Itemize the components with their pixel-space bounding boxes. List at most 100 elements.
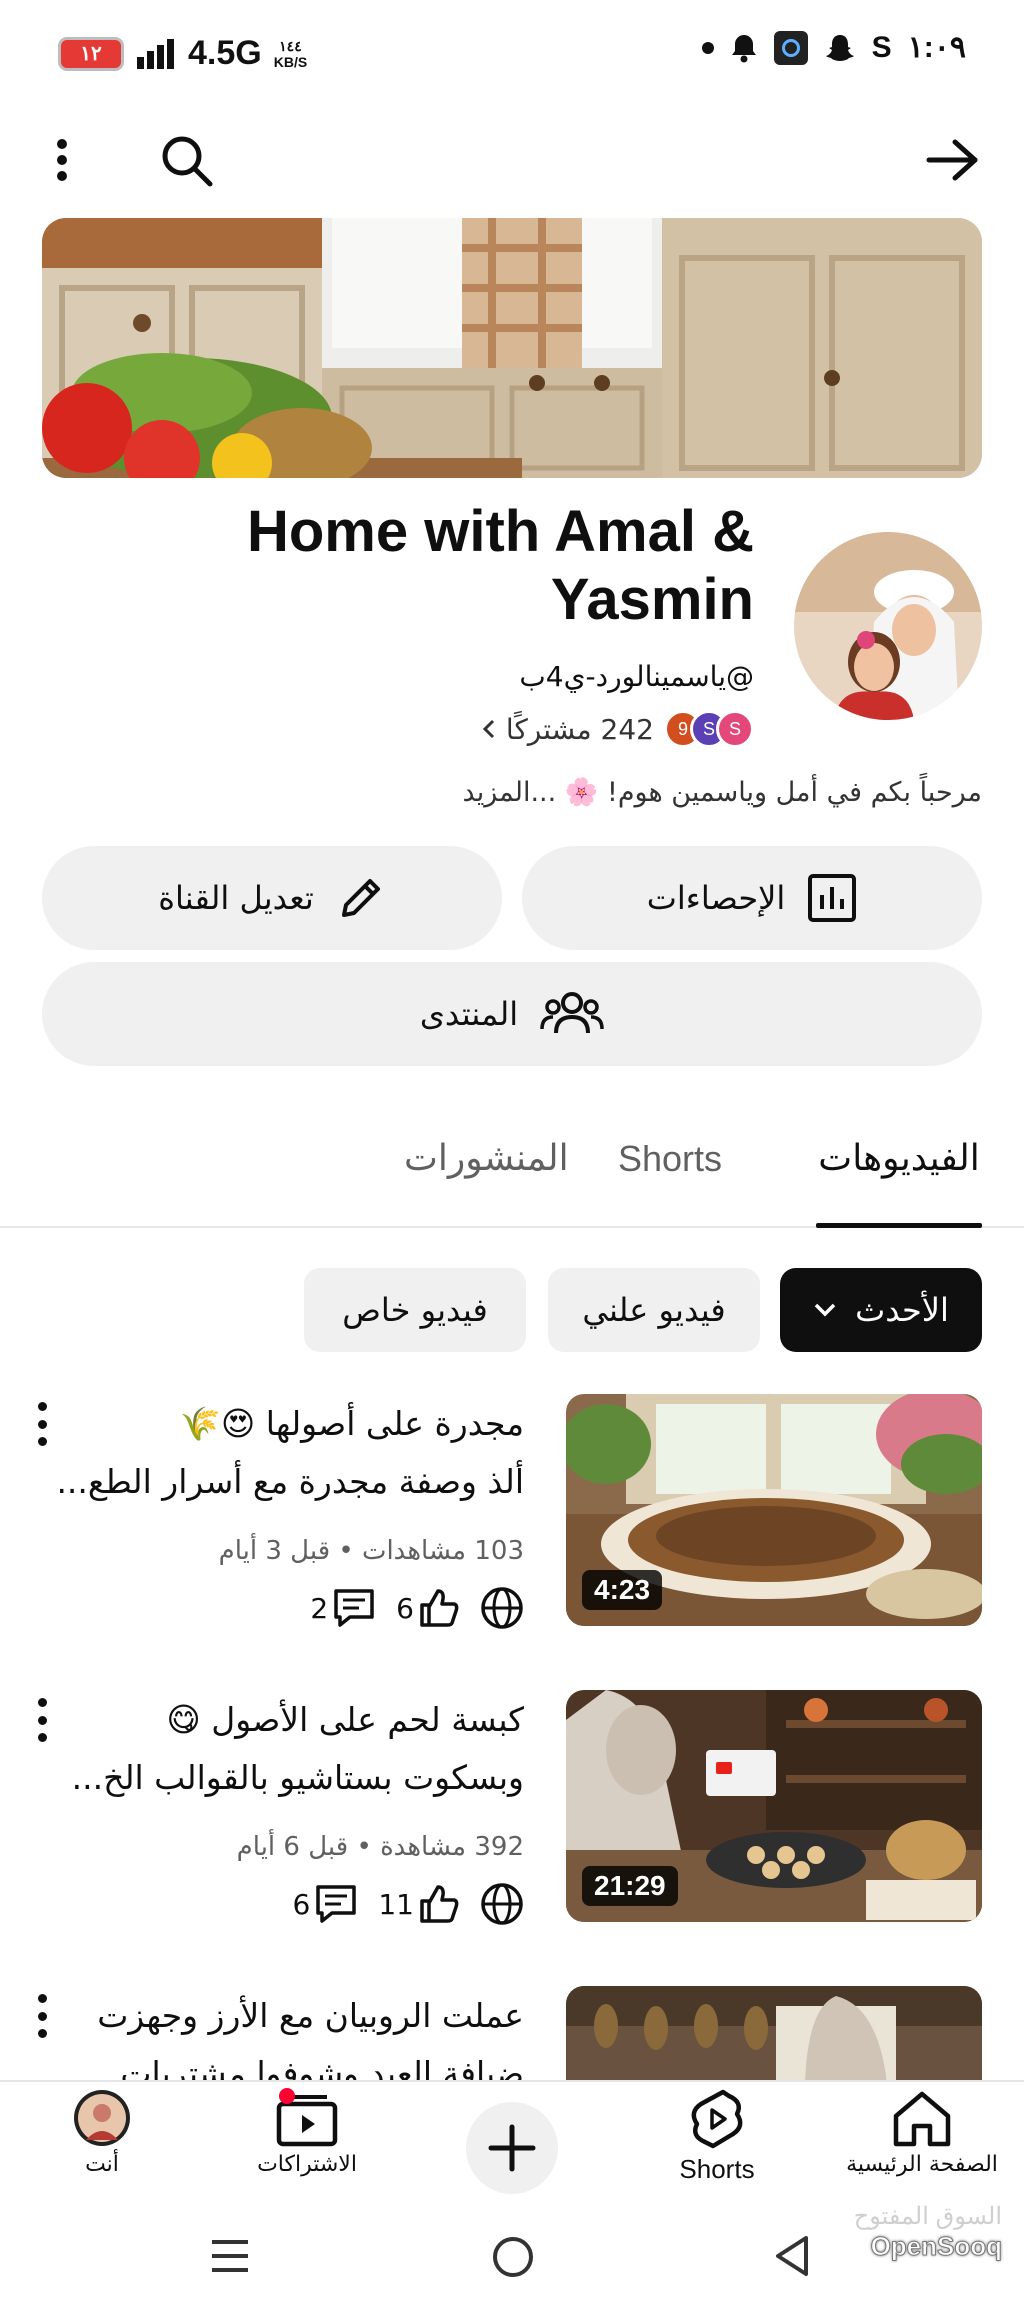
filter-latest-chip[interactable]: الأحدث	[780, 1268, 982, 1352]
like-count: 6	[396, 1591, 414, 1625]
video-stats: 6 2	[310, 1586, 524, 1630]
banner-kitchen-image	[42, 218, 982, 478]
channel-title: Home with Amal & Yasmin	[246, 499, 754, 632]
network-type: 4.5G	[188, 34, 262, 72]
nav-subscriptions[interactable]: الاشتراكات	[207, 2088, 407, 2177]
community-button[interactable]: المنتدى	[42, 962, 982, 1066]
chevron-left-icon	[482, 719, 494, 739]
back-arrow-icon[interactable]	[922, 130, 982, 190]
video-thumbnail[interactable]: 21:29	[566, 1690, 982, 1922]
subscriber-count: 242 مشتركًا	[505, 712, 654, 746]
analytics-icon	[808, 874, 857, 922]
nav-home-label: الصفحة الرئيسية	[846, 2152, 998, 2177]
comment-stat: 2	[310, 1587, 376, 1629]
video-duration: 4:23	[582, 1570, 663, 1610]
comment-count: 6	[292, 1887, 311, 1921]
channel-banner	[42, 218, 982, 478]
carrier-letter: S	[871, 30, 892, 64]
thumbs-up-icon	[420, 1885, 459, 1923]
tab-shorts[interactable]: Shorts	[618, 1138, 722, 1180]
video-thumbnail[interactable]: 4:23	[566, 1394, 982, 1626]
like-stat: 6	[396, 1587, 460, 1629]
like-count: 11	[378, 1887, 414, 1921]
speed-value: ١٤٤	[279, 37, 302, 54]
nav-home[interactable]: الصفحة الرئيسية	[822, 2088, 1022, 2177]
edit-channel-button[interactable]: تعديل القناة	[42, 846, 502, 950]
watermark-arabic: السوق المفتوح	[853, 2203, 1002, 2230]
video-meta: 103 مشاهدات • قبل 3 أيام	[218, 1536, 524, 1566]
plus-icon	[488, 2124, 536, 2172]
clock: ١:٠٩	[907, 31, 966, 64]
home-circle-icon[interactable]	[492, 2236, 534, 2278]
video-title-line2[interactable]: وبسكوت بستاشيو بالقوالب الخ...	[72, 1758, 524, 1797]
pencil-icon	[341, 879, 380, 917]
video-stats: 11 6	[293, 1882, 524, 1926]
video-more-icon[interactable]	[30, 1402, 54, 1446]
stats-button[interactable]: الإحصاءات	[522, 846, 982, 950]
top-app-bar	[0, 110, 1024, 210]
channel-description[interactable]: مرحباً بكم في أمل وياسمين هوم! 🌸 ...المز…	[463, 776, 982, 808]
network-speed: ١٤٤ KB/S	[274, 38, 307, 70]
comment-count: 2	[310, 1591, 329, 1625]
nav-you-label: أنت	[85, 2152, 119, 2177]
signal-icon	[137, 38, 174, 69]
subscriber-avatar: S	[716, 710, 754, 748]
channel-tabs: الفيديوهات Shorts المنشورات	[0, 1108, 1024, 1228]
notification-dot-icon	[701, 41, 714, 54]
bell-icon	[731, 34, 756, 62]
battery-indicator: ١٢	[58, 36, 124, 71]
status-right: S ١:٠٩	[701, 30, 966, 65]
channel-handle: @ياسمينالورد-ي4ب	[519, 660, 754, 693]
video-meta: 392 مشاهدة • قبل 6 أيام	[236, 1832, 524, 1862]
search-icon[interactable]	[156, 130, 216, 190]
nav-shorts[interactable]: Shorts	[617, 2088, 817, 2185]
watermark: السوق المفتوح OpenSooq	[853, 2202, 1003, 2262]
video-item[interactable]: 21:29 كبسة لحم على الأصول 😋 وبسكوت بستاش…	[0, 1690, 1024, 1930]
video-duration: 21:29	[582, 1866, 678, 1906]
speed-unit: KB/S	[273, 53, 308, 70]
bottom-navigation: الصفحة الرئيسية Shorts الاشتراكات أنت	[0, 2080, 1024, 2200]
globe-icon	[481, 1587, 523, 1629]
edit-channel-label: تعديل القناة	[158, 879, 314, 917]
globe-icon	[481, 1883, 523, 1925]
status-left: ١٢ 4.5G ١٤٤ KB/S	[58, 34, 307, 73]
chevron-down-icon	[814, 1303, 836, 1317]
filter-latest-label: الأحدث	[855, 1291, 949, 1329]
video-item[interactable]: 4:23 مجدرة على أصولها 😍🌾 ألذ وصفة مجدرة …	[0, 1394, 1024, 1634]
tab-posts[interactable]: المنشورات	[404, 1138, 569, 1179]
tab-videos[interactable]: الفيديوهات	[816, 1138, 982, 1179]
nav-subscriptions-label: الاشتراكات	[257, 2152, 357, 2177]
shorts-icon	[691, 2089, 743, 2149]
recent-apps-icon[interactable]	[210, 2236, 250, 2276]
video-title-line1[interactable]: مجدرة على أصولها 😍🌾	[180, 1404, 524, 1444]
comment-stat: 6	[293, 1883, 359, 1925]
video-title-line2[interactable]: ألذ وصفة مجدرة مع أسرار الطع...	[56, 1462, 524, 1501]
active-tab-indicator	[816, 1223, 982, 1228]
video-more-icon[interactable]	[30, 1994, 54, 2038]
status-bar: ١٢ 4.5G ١٤٤ KB/S S ١:٠٩	[0, 0, 1024, 110]
create-button[interactable]	[466, 2102, 558, 2194]
people-icon	[540, 992, 604, 1034]
stats-label: الإحصاءات	[646, 879, 786, 917]
filter-private-chip[interactable]: فيديو خاص	[304, 1268, 526, 1352]
video-title-line1[interactable]: كبسة لحم على الأصول 😋	[166, 1700, 524, 1739]
subscriptions-icon	[276, 2088, 338, 2147]
comment-icon	[334, 1589, 374, 1627]
back-triangle-icon[interactable]	[772, 2234, 812, 2278]
nav-you[interactable]: أنت	[2, 2088, 202, 2177]
subscriber-avatars: 9 S S	[664, 710, 754, 748]
nav-shorts-label: Shorts	[679, 2154, 755, 2184]
app-notification-icon	[773, 30, 808, 65]
channel-avatar[interactable]	[794, 532, 982, 720]
community-label: المنتدى	[419, 995, 519, 1033]
subscribers-row[interactable]: 9 S S 242 مشتركًا	[482, 710, 754, 748]
video-more-icon[interactable]	[30, 1698, 54, 1742]
video-title-line1[interactable]: عملت الروبيان مع الأرز وجهزت	[97, 1996, 524, 2035]
watermark-english: OpenSooq	[870, 2231, 1002, 2262]
snapchat-icon	[825, 34, 854, 61]
more-options-icon[interactable]	[32, 130, 92, 190]
thumbs-up-icon	[420, 1589, 459, 1627]
filter-public-chip[interactable]: فيديو علني	[548, 1268, 760, 1352]
comment-icon	[316, 1885, 357, 1923]
like-stat: 11	[378, 1883, 460, 1925]
